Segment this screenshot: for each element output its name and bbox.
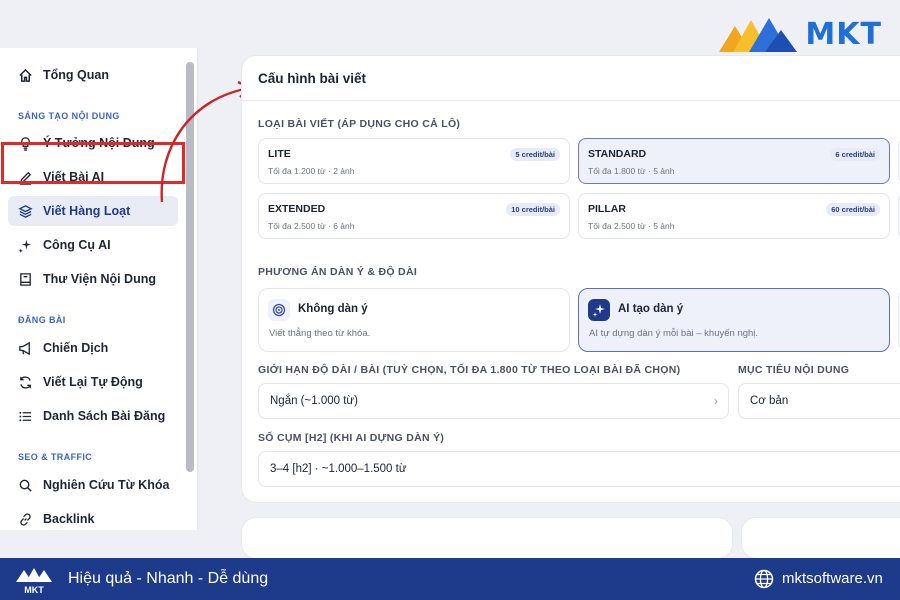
megaphone-icon bbox=[19, 341, 30, 355]
length-label: GIỚI HẠN ĐỘ DÀI / BÀI (TUỲ CHỌN, TỐI ĐA … bbox=[258, 364, 681, 376]
sidebar-item-label: Backlink bbox=[43, 512, 95, 526]
book-icon bbox=[20, 272, 31, 286]
type-option-standard[interactable]: STANDARD 6 credit/bài Tối đa 1.800 từ · … bbox=[578, 138, 890, 184]
sparkle-icon bbox=[18, 239, 32, 253]
cluster-value: 3–4 [h2] · ~1.000–1.500 từ bbox=[270, 463, 407, 475]
length-value: Ngắn (~1.000 từ) bbox=[270, 395, 358, 407]
page-title: Cấu hình bài viết bbox=[258, 71, 367, 86]
globe-icon bbox=[754, 569, 774, 589]
config-card: Cấu hình bài viết LOẠI BÀI VIẾT (ÁP DỤNG… bbox=[242, 56, 900, 502]
sidebar-item-keyword-research[interactable]: Nghiên Cứu Từ Khóa bbox=[8, 470, 178, 500]
outline-option-ai[interactable]: AI tạo dàn ý AI tự dựng dàn ý mỗi bài – … bbox=[578, 288, 890, 352]
outline-label: PHƯƠNG ÁN DÀN Ý & ĐỘ DÀI bbox=[258, 266, 418, 278]
sidebar-item-label: Viết Lại Tự Động bbox=[43, 375, 143, 389]
sidebar-item-auto-rewrite[interactable]: Viết Lại Tự Động bbox=[8, 367, 178, 397]
ai-sparkle-icon bbox=[588, 299, 610, 321]
option-desc: Tối đa 1.800 từ · 5 ảnh bbox=[588, 166, 675, 176]
footer-url[interactable]: mktsoftware.vn bbox=[782, 570, 883, 587]
sidebar-item-campaign[interactable]: Chiến Dịch bbox=[8, 333, 178, 363]
refresh-icon bbox=[20, 375, 31, 389]
sidebar-item-label: Nghiên Cứu Từ Khóa bbox=[43, 478, 170, 492]
type-option-lite[interactable]: LITE 5 credit/bài Tối đa 1.200 từ · 2 ản… bbox=[258, 138, 570, 184]
side-card bbox=[742, 518, 900, 558]
link-icon bbox=[20, 512, 31, 526]
sidebar-item-post-list[interactable]: Danh Sách Bài Đăng bbox=[8, 401, 178, 431]
type-option-extended[interactable]: EXTENDED 10 credit/bài Tối đa 2.500 từ ·… bbox=[258, 193, 570, 239]
target-icon bbox=[268, 299, 290, 321]
sidebar-item-label: Thư Viện Nội Dung bbox=[43, 272, 156, 286]
footer-tagline: Hiệu quả - Nhanh - Dễ dùng bbox=[68, 570, 269, 587]
sidebar-section-seo: SEO & TRAFFIC bbox=[18, 452, 93, 462]
credit-badge: 60 credit/bài bbox=[826, 203, 880, 216]
sidebar-section-post: ĐĂNG BÀI bbox=[18, 315, 66, 325]
next-card bbox=[242, 518, 732, 558]
sidebar-item-label: Tổng Quan bbox=[43, 68, 109, 82]
mkt-logo-icon bbox=[719, 18, 798, 52]
option-name: EXTENDED bbox=[268, 203, 326, 215]
goal-label: MỤC TIÊU NỘI DUNG bbox=[738, 364, 850, 376]
sidebar-item-ai-tools[interactable]: Công Cụ AI bbox=[8, 230, 178, 260]
top-band: MKT bbox=[0, 0, 900, 52]
chevron-right-icon: › bbox=[714, 394, 718, 408]
footer-banner: MKT Hiệu quả - Nhanh - Dễ dùng mktsoftwa… bbox=[0, 558, 900, 600]
credit-badge: 5 credit/bài bbox=[510, 148, 560, 161]
sidebar-section-create: SÁNG TẠO NỘI DUNG bbox=[18, 111, 120, 121]
sidebar-item-label: Danh Sách Bài Đăng bbox=[43, 409, 166, 423]
divider bbox=[242, 100, 900, 101]
outline-option-none[interactable]: Không dàn ý Viết thẳng theo từ khóa. bbox=[258, 288, 570, 352]
sidebar-item-label: Viết Hàng Loạt bbox=[43, 204, 131, 218]
option-name: LITE bbox=[268, 148, 291, 160]
credit-badge: 10 credit/bài bbox=[506, 203, 560, 216]
mkt-logo-icon: MKT bbox=[16, 568, 52, 594]
option-name: STANDARD bbox=[588, 148, 647, 160]
option-name: AI tạo dàn ý bbox=[618, 303, 684, 315]
option-name: Không dàn ý bbox=[298, 303, 368, 315]
cluster-label: SỐ CỤM [H2] (KHI AI DỰNG DÀN Ý) bbox=[258, 432, 445, 444]
svg-text:MKT: MKT bbox=[24, 585, 44, 594]
brand-name: MKT bbox=[805, 16, 882, 52]
sidebar-item-library[interactable]: Thư Viện Nội Dung bbox=[8, 264, 178, 294]
home-icon bbox=[19, 68, 32, 82]
option-name: PILLAR bbox=[588, 203, 626, 215]
option-desc: Tối đa 2.500 từ · 6 ảnh bbox=[268, 221, 355, 231]
search-icon bbox=[19, 479, 32, 492]
layers-icon bbox=[18, 204, 33, 218]
goal-select[interactable]: Cơ bản bbox=[738, 383, 900, 419]
sidebar-item-backlink[interactable]: Backlink bbox=[8, 504, 178, 530]
option-desc: AI tự dựng dàn ý mỗi bài – khuyến nghị. bbox=[589, 328, 759, 339]
length-select[interactable]: Ngắn (~1.000 từ) › bbox=[258, 383, 729, 419]
cluster-select[interactable]: 3–4 [h2] · ~1.000–1.500 từ bbox=[258, 451, 900, 487]
option-desc: Viết thẳng theo từ khóa. bbox=[269, 328, 371, 339]
list-icon bbox=[19, 411, 32, 421]
sidebar-item-label: Chiến Dịch bbox=[43, 341, 109, 355]
goal-value: Cơ bản bbox=[750, 395, 789, 407]
brand-logo: MKT bbox=[719, 14, 882, 54]
sidebar-item-label: Công Cụ AI bbox=[43, 238, 111, 252]
type-option-pillar[interactable]: PILLAR 60 credit/bài Tối đa 2.500 từ · 5… bbox=[578, 193, 890, 239]
post-type-label: LOẠI BÀI VIẾT (ÁP DỤNG CHO CẢ LÔ) bbox=[258, 118, 461, 130]
credit-badge: 6 credit/bài bbox=[830, 148, 880, 161]
option-desc: Tối đa 2.500 từ · 5 ảnh bbox=[588, 221, 675, 231]
option-desc: Tối đa 1.200 từ · 2 ảnh bbox=[268, 166, 355, 176]
